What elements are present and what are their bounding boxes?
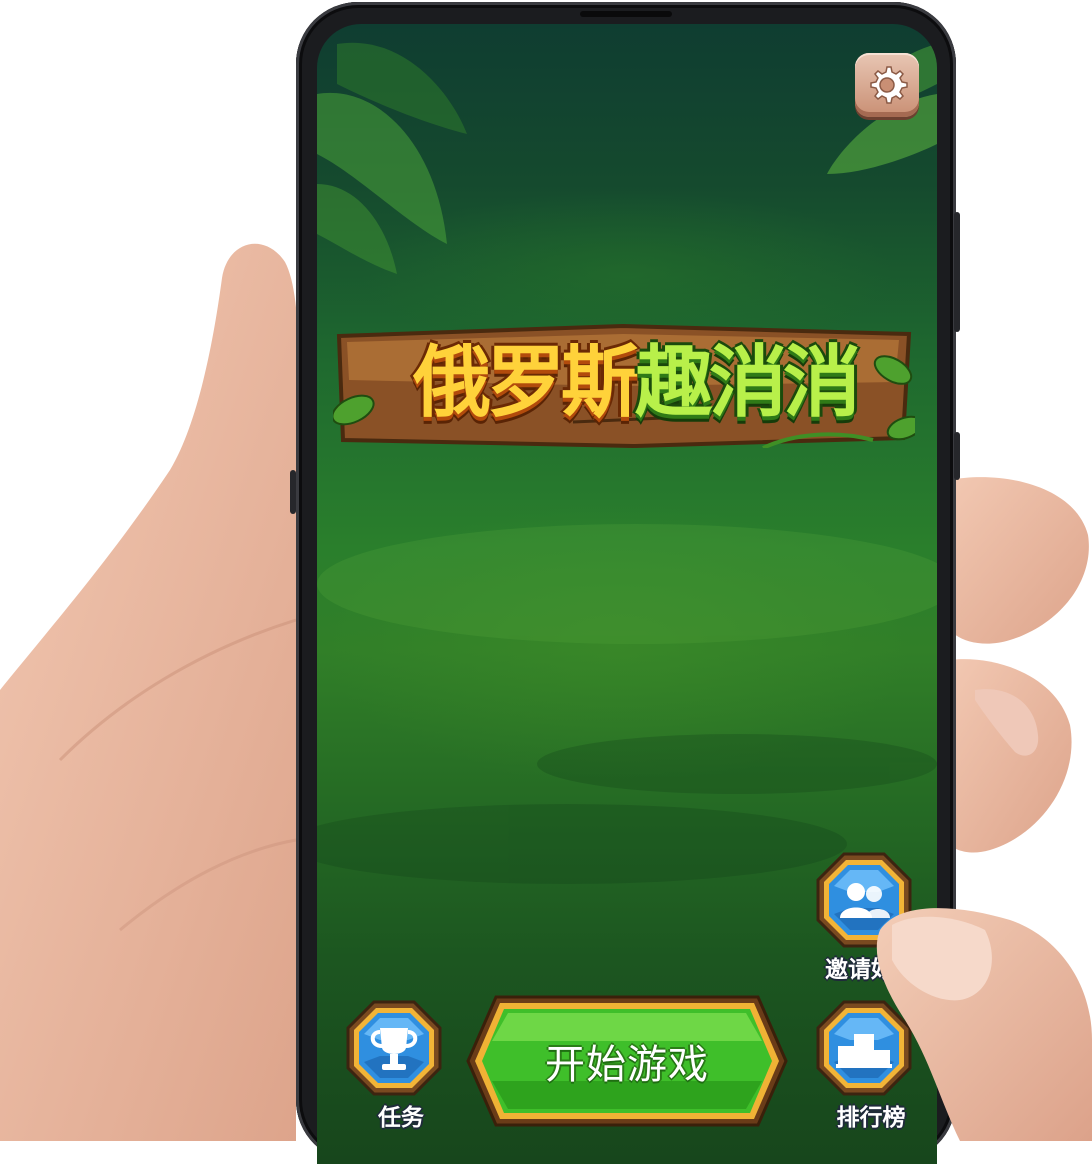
jungle-leaves [317, 42, 937, 884]
settings-button[interactable] [855, 53, 919, 117]
game-title-part1: 俄罗斯 [412, 338, 639, 428]
leaderboard-label: 排行榜 [836, 1105, 906, 1131]
gem-frame [816, 852, 912, 948]
invite-button[interactable]: 邀请好友 [816, 852, 917, 983]
game-title: 俄罗斯 趣消消 [355, 318, 915, 448]
gear-icon [870, 66, 908, 104]
game-screen [317, 24, 937, 1164]
phone-speaker [580, 11, 672, 17]
start-game-label: 开始游戏 [545, 1042, 709, 1088]
tasks-label: 任务 [378, 1105, 424, 1131]
power-button [954, 432, 960, 480]
tasks-button[interactable]: 任务 [346, 1000, 442, 1131]
game-title-part2: 趣消消 [635, 338, 861, 428]
side-key [290, 470, 296, 514]
volume-button [954, 212, 960, 332]
start-game-button[interactable]: 开始游戏 [466, 995, 788, 1127]
gem-frame [816, 1000, 912, 1096]
gem-frame [346, 1000, 442, 1096]
invite-label: 邀请好友 [825, 957, 917, 983]
leaderboard-button[interactable]: 排行榜 [816, 1000, 912, 1131]
